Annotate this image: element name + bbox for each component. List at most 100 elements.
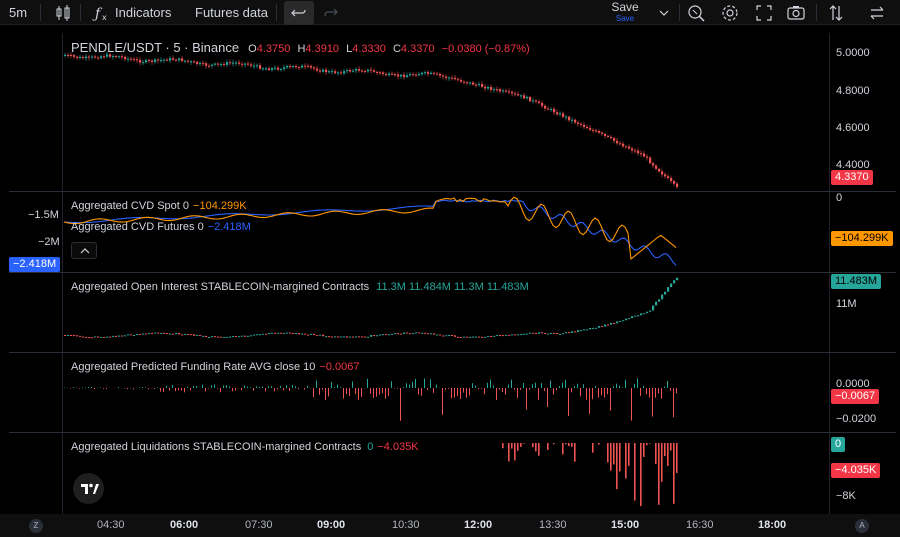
funding-bar bbox=[397, 388, 398, 389]
oi-candle bbox=[211, 336, 214, 338]
funding-bar bbox=[265, 388, 266, 392]
oi-candle bbox=[643, 313, 646, 315]
cvd-spot-legend[interactable]: Aggregated CVD Spot 0 −104.299K bbox=[71, 200, 247, 212]
oi-candle bbox=[610, 323, 613, 325]
funding-bar bbox=[241, 388, 242, 391]
funding-bar bbox=[364, 388, 365, 389]
price-candle bbox=[625, 146, 628, 148]
funding-bar bbox=[478, 388, 479, 390]
oi-candle bbox=[664, 291, 667, 295]
price-candle bbox=[115, 56, 118, 58]
oi-candle bbox=[670, 283, 673, 288]
liquidation-bar bbox=[616, 443, 618, 490]
oi-candle bbox=[535, 333, 538, 335]
price-candle bbox=[574, 119, 577, 123]
oi-candle bbox=[562, 333, 565, 335]
cvd-futures-value: −2.418M bbox=[207, 221, 251, 233]
price-candle bbox=[664, 174, 667, 177]
liquidation-bar bbox=[661, 443, 663, 482]
oi-candle bbox=[658, 299, 661, 302]
tradingview-logo[interactable] bbox=[73, 473, 104, 504]
price-candle bbox=[373, 70, 376, 72]
oi-candle bbox=[361, 336, 364, 338]
funding-bar bbox=[373, 388, 374, 398]
symbol-title[interactable]: PENDLE/USDT · 5 · Binance bbox=[71, 40, 239, 55]
oi-candle bbox=[448, 335, 451, 337]
oi-candle bbox=[574, 331, 577, 333]
price-candle bbox=[178, 58, 181, 61]
price-candle bbox=[649, 157, 652, 164]
funding-bar bbox=[292, 384, 293, 388]
price-candle bbox=[406, 75, 409, 77]
oi-candle bbox=[508, 334, 511, 336]
liquidation-bar bbox=[511, 443, 513, 449]
price-candle bbox=[634, 150, 637, 152]
funding-bar bbox=[208, 388, 209, 389]
oi-candle bbox=[70, 334, 73, 336]
time-axis[interactable]: Z 04:30 06:00 07:30 09:00 10:30 12:00 13… bbox=[0, 514, 900, 537]
log-scale-button[interactable]: Z bbox=[29, 519, 43, 533]
funding-bar bbox=[385, 388, 386, 399]
price-candle bbox=[484, 86, 487, 89]
price-candle bbox=[142, 62, 145, 64]
price-candle bbox=[145, 60, 148, 63]
liquidation-bar bbox=[649, 443, 651, 444]
cvd-spot-tag: −104.299K bbox=[831, 231, 893, 246]
price-candle bbox=[136, 59, 139, 61]
oi-candle bbox=[118, 335, 121, 337]
oi-candle bbox=[157, 332, 160, 334]
oi-candle bbox=[172, 333, 175, 335]
price-candle bbox=[379, 72, 382, 74]
oi-candle bbox=[196, 334, 199, 336]
funding-bar bbox=[430, 379, 431, 388]
price-candle bbox=[436, 73, 439, 75]
funding-bar bbox=[586, 388, 587, 400]
oi-candle bbox=[415, 332, 418, 334]
funding-bar bbox=[541, 383, 542, 388]
oi-candle bbox=[385, 334, 388, 336]
oi-legend[interactable]: Aggregated Open Interest STABLECOIN-marg… bbox=[71, 281, 529, 293]
funding-bar bbox=[289, 388, 290, 391]
cvd-futures-tag: −2.418M bbox=[9, 257, 61, 272]
funding-bar bbox=[577, 383, 578, 388]
price-candle bbox=[499, 89, 502, 92]
oi-candle bbox=[526, 333, 529, 335]
funding-bar bbox=[460, 388, 461, 399]
oi-candle bbox=[91, 337, 94, 339]
tv-logo-icon bbox=[81, 483, 99, 494]
cvd-futures-legend[interactable]: Aggregated CVD Futures 0 −2.418M bbox=[71, 221, 251, 233]
price-candle bbox=[409, 74, 412, 76]
funding-bar bbox=[337, 384, 338, 388]
funding-bar bbox=[214, 384, 215, 388]
price-candle bbox=[442, 75, 445, 77]
oi-candle bbox=[514, 334, 517, 336]
liquidation-bar bbox=[547, 443, 549, 450]
oi-candle bbox=[193, 334, 196, 336]
funding-legend[interactable]: Aggregated Predicted Funding Rate AVG cl… bbox=[71, 361, 359, 373]
collapse-legend-button[interactable] bbox=[71, 242, 97, 259]
oi-candle bbox=[523, 333, 526, 335]
liquidation-bar bbox=[538, 443, 540, 456]
funding-bar bbox=[220, 388, 221, 393]
oi-candle bbox=[439, 334, 442, 336]
liquidation-bar bbox=[634, 443, 636, 501]
oi-candle bbox=[628, 318, 631, 320]
funding-bar bbox=[286, 385, 287, 388]
price-candle bbox=[346, 70, 349, 72]
price-candle bbox=[259, 65, 262, 69]
funding-bar bbox=[82, 387, 83, 388]
funding-bar bbox=[367, 378, 368, 388]
liquidations-legend[interactable]: Aggregated Liquidations STABLECOIN-margi… bbox=[71, 441, 419, 453]
price-candle bbox=[364, 71, 367, 73]
liquidation-bar bbox=[508, 443, 510, 462]
funding-bar bbox=[358, 388, 359, 400]
funding-bar bbox=[547, 388, 548, 408]
oi-candle bbox=[496, 335, 499, 337]
price-candle bbox=[160, 59, 163, 61]
oi-candle bbox=[82, 336, 85, 338]
funding-bar bbox=[502, 388, 503, 392]
oi-candle bbox=[88, 337, 91, 339]
funding-bar bbox=[139, 387, 140, 388]
auto-scale-button[interactable]: A bbox=[855, 519, 869, 533]
funding-bar bbox=[418, 388, 419, 395]
